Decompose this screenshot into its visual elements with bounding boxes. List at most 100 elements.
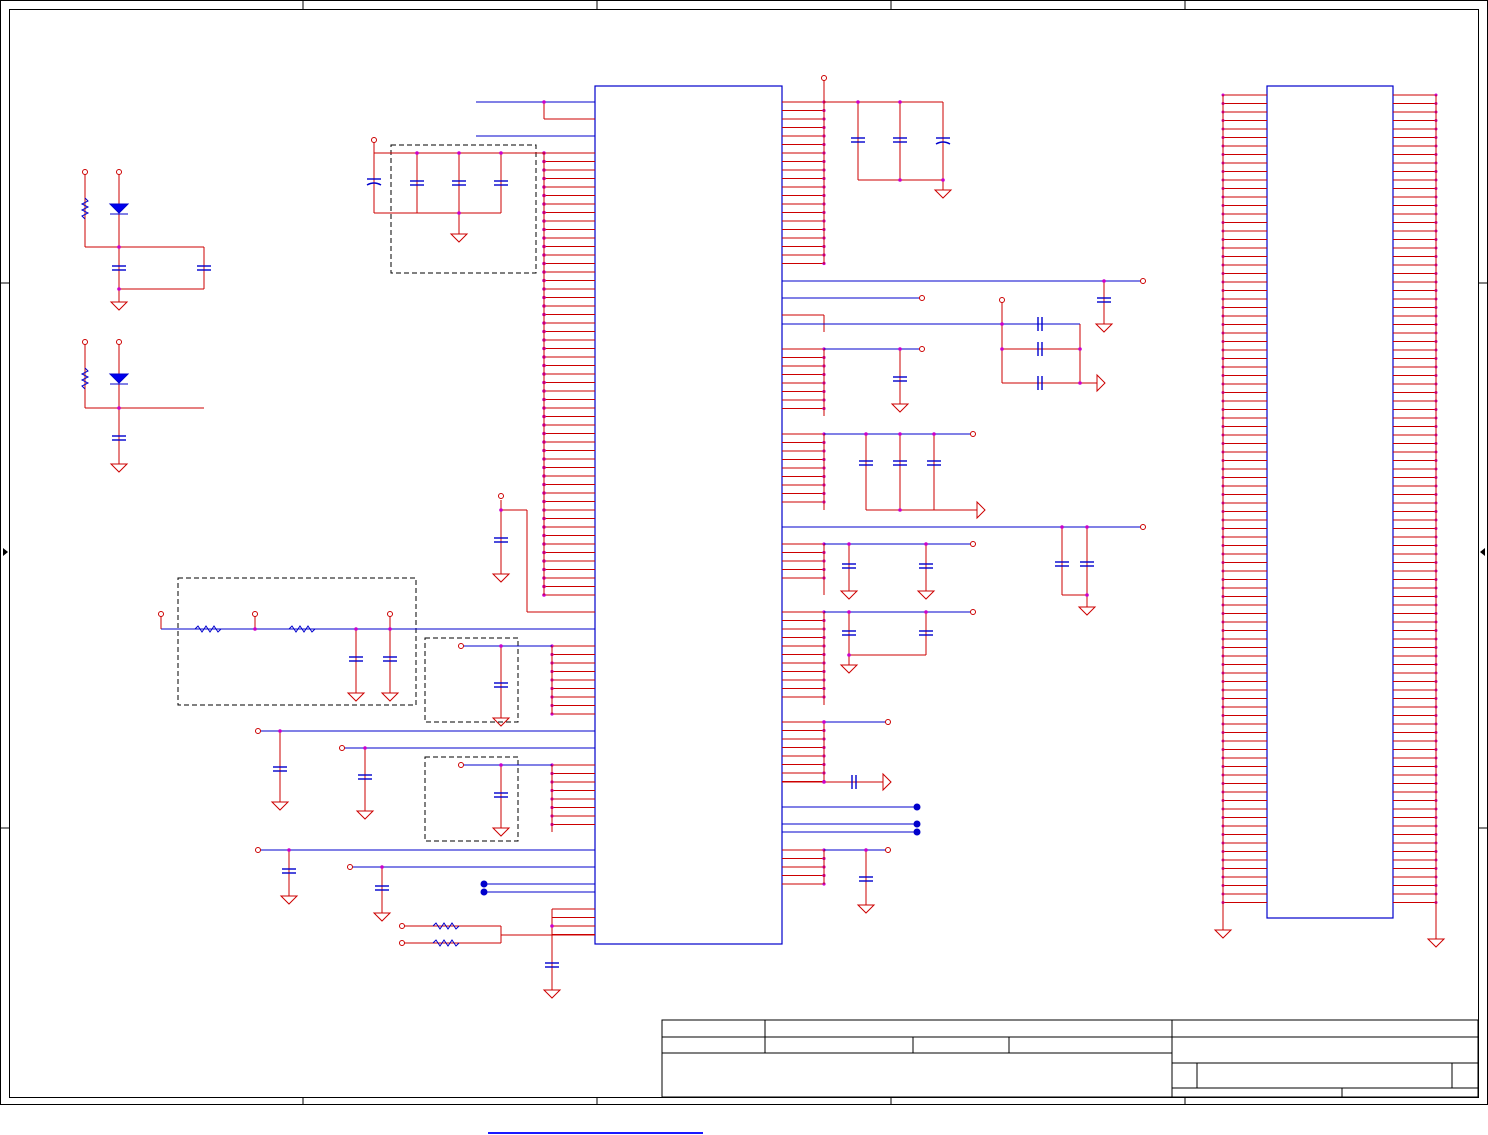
ground-icon	[890, 403, 910, 413]
ground-icon	[1077, 606, 1097, 616]
junction-dot	[822, 720, 826, 724]
ground-icon	[839, 664, 859, 674]
net-port-icon	[970, 609, 976, 615]
junction-dot	[117, 287, 121, 291]
junction-dot	[941, 178, 945, 182]
junction-dot	[457, 151, 461, 155]
junction-dot	[278, 729, 282, 733]
ground-icon	[916, 590, 936, 600]
net-port-icon	[82, 169, 88, 175]
test-point-icon	[480, 880, 488, 888]
ground-icon	[839, 590, 859, 600]
junction-dot	[363, 746, 367, 750]
ground-icon	[109, 463, 129, 473]
zener-diode-icon	[108, 373, 130, 384]
reference-circuit-top	[84, 174, 205, 298]
ground-icon	[109, 301, 129, 311]
ground-icon	[1096, 373, 1106, 393]
junction-dot	[457, 211, 461, 215]
decoupling-group-right-top	[823, 80, 944, 264]
junction-dot	[898, 178, 902, 182]
junction-dot	[499, 644, 503, 648]
net-port-icon	[116, 169, 122, 175]
ground-icon	[355, 810, 375, 820]
net-port-icon	[999, 297, 1005, 303]
junction-dot	[380, 865, 384, 869]
ground-icon	[279, 895, 299, 905]
net-port-icon	[970, 541, 976, 547]
ground-icon	[976, 500, 986, 520]
net-port-icon	[970, 431, 976, 437]
net-port-icon	[158, 611, 164, 617]
net-port-icon	[885, 847, 891, 853]
test-point-icon	[480, 888, 488, 896]
net-port-icon	[821, 75, 827, 81]
junction-dot	[898, 100, 902, 104]
ground-icon	[882, 772, 892, 792]
zener-diode-icon	[108, 203, 130, 214]
junction-dot	[499, 763, 503, 767]
junction-dot	[924, 610, 928, 614]
junction-dot	[932, 432, 936, 436]
junction-dot	[1000, 347, 1004, 351]
net-port-icon	[399, 940, 405, 946]
junction-dot	[388, 627, 392, 631]
net-port-icon	[399, 923, 405, 929]
ground-icon	[1426, 938, 1446, 948]
junction-dot	[117, 406, 121, 410]
main-processor-left-pins	[542, 151, 595, 935]
net-port-icon	[82, 339, 88, 345]
net-port-icon	[458, 643, 464, 649]
junction-dot	[847, 610, 851, 614]
net-port-icon	[1140, 278, 1146, 284]
junction-dot	[1000, 322, 1004, 326]
junction-dot	[864, 848, 868, 852]
ground-icon	[449, 233, 469, 243]
reference-circuit-bottom	[84, 344, 204, 460]
net-port-icon	[252, 611, 258, 617]
junction-dot	[1085, 593, 1089, 597]
footer-link[interactable]	[488, 1122, 703, 1134]
junction-dot	[287, 848, 291, 852]
net-port-icon	[255, 847, 261, 853]
junction-dot	[499, 151, 503, 155]
ground-icon	[270, 801, 290, 811]
net-port-icon	[371, 137, 377, 143]
net-port-icon	[339, 745, 345, 751]
main-processor-ic	[594, 85, 783, 945]
net-port-icon	[255, 728, 261, 734]
junction-dot	[898, 508, 902, 512]
net-port-icon	[498, 493, 504, 499]
junction-dot	[117, 245, 121, 249]
resistors	[80, 197, 460, 947]
decoupling-group-top	[373, 140, 545, 274]
net-port-icon	[1140, 524, 1146, 530]
left-nets	[160, 101, 595, 986]
junction-dot	[253, 627, 257, 631]
junction-dot	[1060, 525, 1064, 529]
junction-dot	[1102, 279, 1106, 283]
ground-icon	[933, 189, 953, 199]
junction-dot	[847, 653, 851, 657]
test-point-icon	[913, 803, 921, 811]
ground-icon	[346, 692, 366, 702]
net-port-icon	[387, 611, 393, 617]
ground-icon	[491, 573, 511, 583]
test-point-icon	[913, 828, 921, 836]
ground-icon	[491, 827, 511, 837]
junction-dot	[550, 924, 554, 928]
net-port-icon	[116, 339, 122, 345]
net-port-icon	[458, 762, 464, 768]
junction-dot	[847, 542, 851, 546]
ground-icon	[856, 904, 876, 914]
ground-icon	[1094, 323, 1114, 333]
right-nets	[782, 280, 1143, 901]
board-connector	[1266, 85, 1394, 919]
ground-icon	[1213, 929, 1233, 939]
junction-dot	[822, 780, 826, 784]
net-port-icon	[347, 864, 353, 870]
junction-dot	[499, 508, 503, 512]
junction-dot	[354, 627, 358, 631]
test-point-icon	[913, 820, 921, 828]
net-port-icon	[919, 295, 925, 301]
